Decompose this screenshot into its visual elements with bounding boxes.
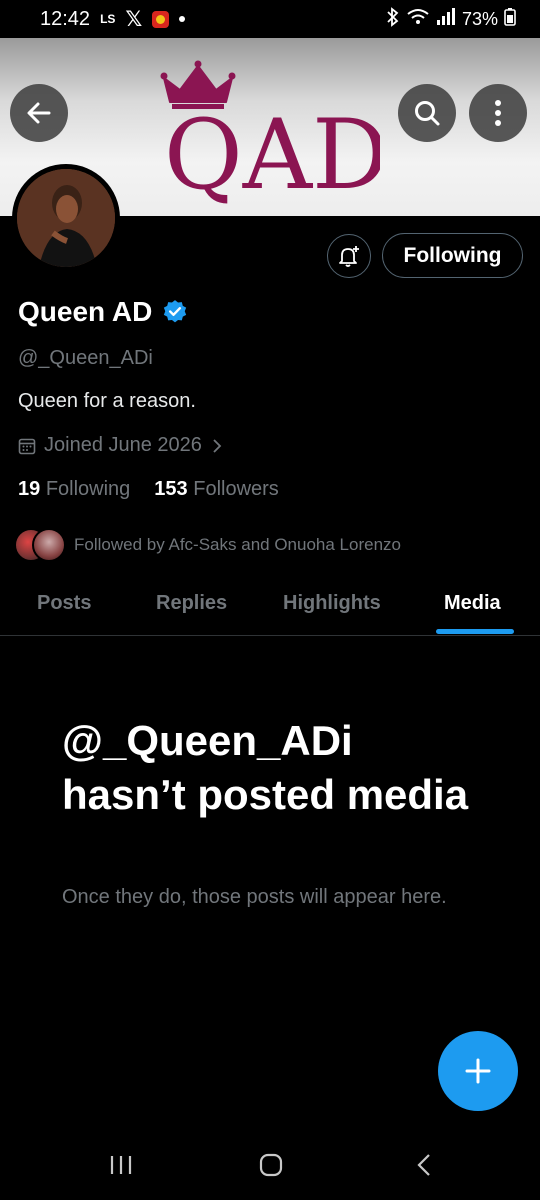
signal-icon <box>436 7 456 31</box>
mutual-avatar <box>32 528 66 562</box>
followers-label: Followers <box>193 478 279 500</box>
qad-logo: QAD <box>160 60 380 210</box>
followed-by-text: Followed by Afc-Saks and Onuoha Lorenzo <box>74 535 401 554</box>
profile-tabs: Posts Replies Highlights Media <box>0 580 540 636</box>
system-nav-bar <box>0 1130 540 1200</box>
x-app-icon: 𝕏 <box>125 7 143 31</box>
status-bar: 12:42 LS 𝕏 73% <box>0 0 540 38</box>
tab-replies[interactable]: Replies <box>156 592 227 615</box>
status-time: 12:42 <box>40 7 91 30</box>
mutual-avatars <box>14 528 66 562</box>
empty-state-subtitle: Once they do, those posts will appear he… <box>62 886 447 908</box>
status-left: 12:42 LS 𝕏 <box>40 7 386 32</box>
plus-icon <box>465 1058 491 1084</box>
system-back-button[interactable] <box>414 1152 436 1183</box>
compose-button[interactable] <box>438 1031 518 1111</box>
followers-stat[interactable]: 153 Followers <box>154 478 279 501</box>
tab-highlights[interactable]: Highlights <box>283 592 381 615</box>
follow-stats: 19 Following 153 Followers <box>18 478 279 501</box>
status-right: 73% <box>386 6 516 32</box>
active-tab-indicator <box>436 629 514 634</box>
following-stat[interactable]: 19 Following <box>18 478 130 501</box>
chevron-left-icon <box>417 1154 430 1176</box>
followers-count: 153 <box>154 478 188 500</box>
following-count: 19 <box>18 478 41 500</box>
avatar[interactable] <box>12 164 120 272</box>
logo-text: QAD <box>164 99 380 210</box>
recent-apps-button[interactable] <box>108 1152 134 1183</box>
tab-posts[interactable]: Posts <box>37 592 91 615</box>
bluetooth-icon <box>386 6 400 32</box>
joined-date: Joined June 2026 <box>44 434 202 456</box>
following-label: Following <box>45 478 131 500</box>
back-button[interactable] <box>10 84 68 142</box>
home-button[interactable] <box>258 1152 284 1183</box>
notifications-button[interactable] <box>327 234 371 278</box>
tab-media[interactable]: Media <box>444 592 501 615</box>
search-button[interactable] <box>398 84 456 142</box>
display-name: Queen AD <box>18 296 153 327</box>
wifi-icon <box>406 7 430 32</box>
notification-dot-icon <box>179 16 186 22</box>
more-vertical-icon <box>495 100 501 126</box>
followed-by[interactable]: Followed by Afc-Saks and Onuoha Lorenzo <box>14 528 401 562</box>
man-utd-icon <box>152 10 170 28</box>
carrier-badge: LS <box>100 12 116 26</box>
verified-badge-icon[interactable] <box>162 299 188 325</box>
avatar-image <box>17 169 115 267</box>
chevron-right-icon <box>213 438 222 453</box>
battery-icon <box>504 7 516 31</box>
joined-row[interactable]: Joined June 2026 <box>18 434 224 457</box>
calendar-icon <box>18 438 36 454</box>
search-icon <box>415 101 440 126</box>
bio: Queen for a reason. <box>18 390 196 412</box>
following-button[interactable]: Following <box>382 233 523 278</box>
more-options-button[interactable] <box>469 84 527 142</box>
handle: @_Queen_ADi <box>18 347 153 369</box>
display-name-row: Queen AD <box>18 296 188 328</box>
home-icon <box>259 1153 283 1177</box>
bell-plus-icon <box>339 246 359 267</box>
arrow-left-icon <box>27 102 51 124</box>
empty-state-title: @_Queen_ADi hasn’t posted media <box>62 717 469 818</box>
battery-level: 73% <box>461 8 498 29</box>
recent-apps-icon <box>110 1156 132 1174</box>
